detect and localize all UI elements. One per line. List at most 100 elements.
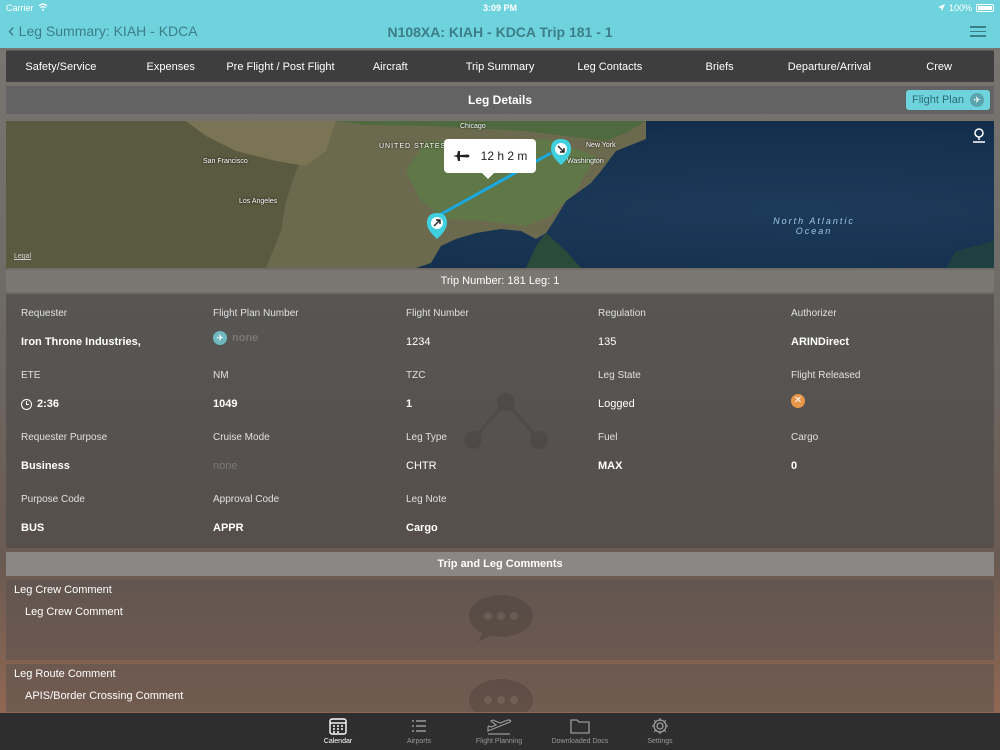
leg-details-grid: Requester Iron Throne Industries, Flight… — [6, 294, 994, 548]
ete-value: 2:36 — [37, 398, 60, 410]
tab-airports[interactable]: Airports — [379, 717, 459, 745]
airplane-takeoff-icon — [487, 719, 512, 735]
tab-briefs[interactable]: Briefs — [665, 51, 775, 82]
purpose-code-value: BUS — [21, 522, 45, 534]
tab-aircraft[interactable]: Aircraft — [335, 51, 445, 82]
map-label-united-states: UNITED STATES — [379, 143, 447, 150]
bottom-tab-bar: Calendar Airports Flight Planning Downlo… — [0, 713, 1000, 750]
airplane-icon: ✈ — [213, 331, 227, 345]
map-label-washington: Washington — [567, 158, 604, 165]
clock-icon — [21, 398, 32, 410]
nm-value: 1049 — [213, 398, 238, 410]
flight-plan-label: Flight Plan — [912, 94, 964, 106]
requester-purpose-value: Business — [21, 460, 70, 472]
flight-plan-number-value: none — [232, 332, 259, 344]
field-approval-code: Approval Code APPR — [213, 494, 393, 534]
map-label-new-york: New York — [586, 142, 616, 149]
authorizer-label: Authorizer — [791, 308, 837, 319]
field-nm: NM 1049 — [213, 370, 393, 410]
tzc-label: TZC — [406, 370, 426, 381]
leg-route-comment-box[interactable]: Leg Route Comment APIS/Border Crossing C… — [6, 664, 994, 712]
field-regulation: Regulation 135 — [598, 308, 778, 348]
leg-crew-comment-box[interactable]: Leg Crew Comment Leg Crew Comment — [6, 580, 994, 660]
field-purpose-code: Purpose Code BUS — [21, 494, 201, 534]
tab-crew[interactable]: Crew — [884, 51, 994, 82]
field-flight-plan-number: Flight Plan Number ✈ none — [213, 308, 393, 345]
nav-bar: ‹ Leg Summary: KIAH - KDCA N108XA: KIAH … — [0, 16, 1000, 48]
ocean-line-2: Ocean — [795, 226, 833, 236]
tab-settings[interactable]: Settings — [620, 717, 700, 745]
duration-callout[interactable]: 12 h 2 m — [444, 139, 536, 179]
field-flight-number: Flight Number 1234 — [406, 308, 586, 348]
field-cargo: Cargo 0 — [791, 432, 971, 472]
leg-state-label: Leg State — [598, 370, 641, 381]
flight-released-x-icon: ✕ — [791, 394, 805, 408]
field-ete: ETE 2:36 — [21, 370, 201, 410]
cargo-label: Cargo — [791, 432, 819, 443]
requester-label: Requester — [21, 308, 68, 319]
tab-downloaded-docs[interactable]: Downloaded Docs — [540, 717, 620, 745]
field-cruise-mode: Cruise Mode none — [213, 432, 393, 472]
tab-settings-label: Settings — [647, 738, 673, 745]
leg-note-value: Cargo — [406, 522, 438, 534]
tab-trip-summary[interactable]: Trip Summary — [445, 51, 555, 82]
tab-expenses[interactable]: Expenses — [116, 51, 226, 82]
field-fuel: Fuel MAX — [598, 432, 778, 472]
tab-calendar[interactable]: Calendar — [298, 717, 378, 745]
leg-details-title: Leg Details — [467, 93, 533, 107]
approval-code-label: Approval Code — [213, 494, 280, 505]
fuel-value: MAX — [598, 460, 623, 472]
locate-pin-icon[interactable] — [970, 127, 988, 145]
tab-flight-planning-label: Flight Planning — [475, 738, 523, 745]
leg-type-value: CHTR — [406, 460, 437, 472]
field-requester: Requester Iron Throne Industries, — [21, 308, 201, 348]
authorizer-value: ARINDirect — [791, 336, 850, 348]
arrival-pin-icon[interactable] — [551, 139, 571, 165]
leg-details-header: Leg Details Flight Plan ✈ — [6, 86, 994, 114]
tab-safety-service[interactable]: Safety/Service — [6, 51, 116, 82]
comments-header: Trip and Leg Comments — [6, 552, 994, 576]
map-label-chicago: Chicago — [460, 123, 486, 130]
airplane-icon — [452, 151, 470, 161]
airplane-icon: ✈ — [970, 93, 984, 107]
back-button[interactable]: ‹ Leg Summary: KIAH - KDCA — [8, 20, 198, 42]
flight-plan-button[interactable]: Flight Plan ✈ — [906, 90, 990, 110]
approval-code-value: APPR — [213, 522, 244, 534]
leg-crew-comment-body: Leg Crew Comment — [25, 606, 123, 618]
back-label: Leg Summary: KIAH - KDCA — [18, 23, 198, 39]
clock-time: 3:09 PM — [482, 3, 517, 13]
tab-airports-label: Airports — [406, 738, 432, 745]
leg-route-comment-body: APIS/Border Crossing Comment — [25, 690, 184, 702]
map-legal-link[interactable]: Legal — [14, 253, 31, 260]
map-label-ocean: North Atlantic Ocean — [754, 216, 874, 236]
requester-purpose-label: Requester Purpose — [21, 432, 108, 443]
leg-crew-comment-title: Leg Crew Comment — [14, 584, 112, 596]
field-tzc: TZC 1 — [406, 370, 586, 410]
regulation-value: 135 — [598, 336, 617, 348]
cruise-mode-value: none — [213, 460, 238, 472]
tab-pre-post-flight[interactable]: Pre Flight / Post Flight — [226, 51, 336, 82]
section-tabs: Safety/Service Expenses Pre Flight / Pos… — [6, 50, 994, 82]
chat-bubble-icon — [469, 679, 533, 712]
field-leg-note: Leg Note Cargo — [406, 494, 586, 534]
folder-icon — [570, 719, 590, 734]
list-menu-icon[interactable] — [970, 26, 986, 38]
leg-type-label: Leg Type — [406, 432, 447, 443]
tab-leg-contacts[interactable]: Leg Contacts — [555, 51, 665, 82]
tab-flight-planning[interactable]: Flight Planning — [459, 717, 539, 745]
leg-note-label: Leg Note — [406, 494, 447, 505]
list-icon — [412, 720, 426, 732]
tab-departure-arrival[interactable]: Departure/Arrival — [774, 51, 884, 82]
gear-icon — [652, 718, 668, 734]
chevron-left-icon: ‹ — [8, 20, 15, 42]
flight-number-value: 1234 — [406, 336, 431, 348]
tab-calendar-label: Calendar — [323, 738, 353, 745]
flight-duration: 12 h 2 m — [480, 149, 528, 163]
ete-label: ETE — [21, 370, 41, 381]
tab-downloaded-docs-label: Downloaded Docs — [551, 738, 609, 745]
route-map[interactable]: Chicago San Francisco Los Angeles New Yo… — [6, 121, 994, 268]
field-authorizer: Authorizer ARINDirect — [791, 308, 971, 348]
departure-pin-icon[interactable] — [427, 213, 447, 239]
purpose-code-label: Purpose Code — [21, 494, 85, 505]
field-flight-released: Flight Released ✕ — [791, 370, 971, 408]
